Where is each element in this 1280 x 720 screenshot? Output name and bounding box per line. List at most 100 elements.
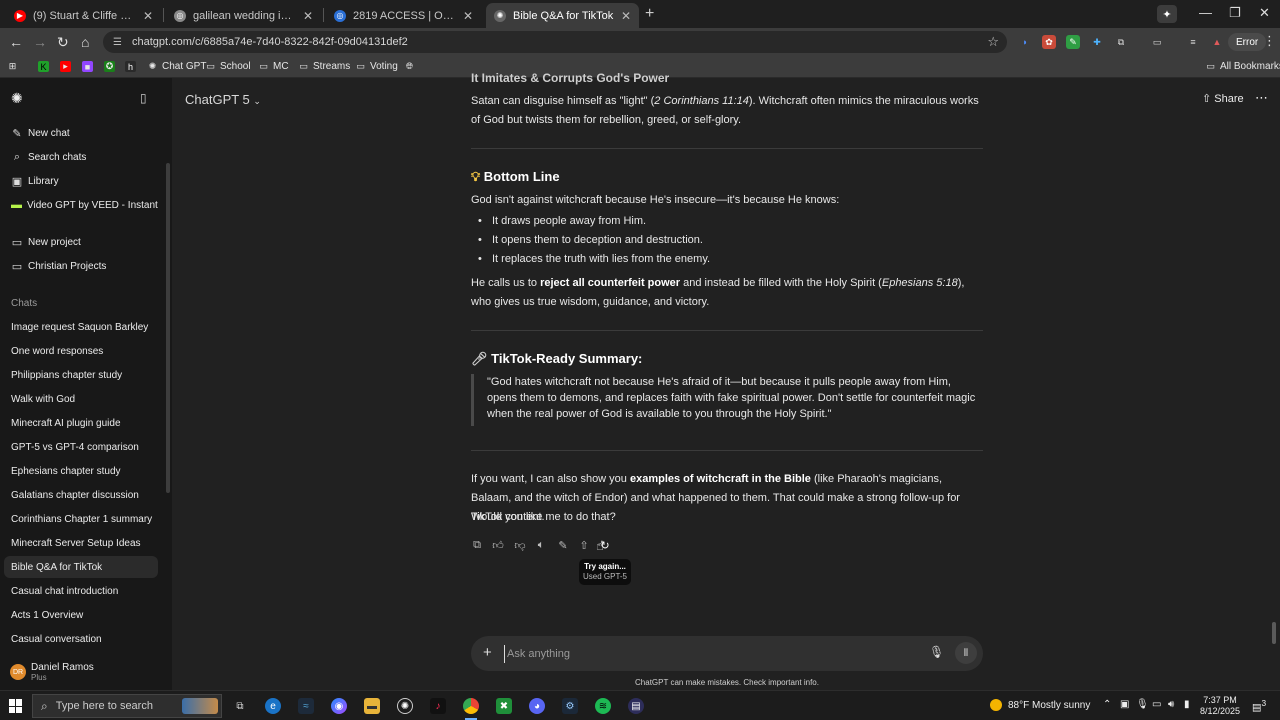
share-icon[interactable]: ⇧ xyxy=(576,537,592,553)
chat-history-item[interactable]: Philippians chapter study xyxy=(0,364,158,386)
extension-icon[interactable]: ✿ xyxy=(1042,35,1056,49)
sidebar-item-christian-projects[interactable]: ▭ Christian Projects xyxy=(0,255,158,277)
bookmark-favicon[interactable]: ■ xyxy=(82,61,97,72)
thumbs-down-icon[interactable]: 👎︎ xyxy=(512,537,528,553)
close-icon[interactable]: ✕ xyxy=(303,9,313,23)
bookmark-globe-icon[interactable]: 🌐︎ xyxy=(404,61,419,72)
volume-icon[interactable]: 🔊︎ xyxy=(1168,699,1174,710)
home-icon[interactable]: ⌂ xyxy=(81,34,89,50)
bookmark-voting[interactable]: ▭ Voting xyxy=(355,61,398,72)
chat-history-item[interactable]: Image request Saquon Barkley xyxy=(0,316,158,338)
chat-history-item[interactable]: Minecraft AI plugin guide xyxy=(0,412,158,434)
browser-tab-4[interactable]: ✺ Bible Q&A for TikTok ✕ xyxy=(486,3,639,28)
bookmark-favicon[interactable]: h xyxy=(125,61,140,72)
task-view-icon[interactable]: ⧉ xyxy=(232,698,248,714)
openai-logo-icon[interactable]: ✺ xyxy=(11,90,23,107)
edit-icon[interactable]: ✎ xyxy=(555,537,571,553)
profile-icon[interactable]: ▲ xyxy=(1210,35,1224,49)
steam-icon[interactable]: ⚙ xyxy=(562,698,578,714)
copilot-icon[interactable]: ◉ xyxy=(331,698,347,714)
minimize-icon[interactable]: — xyxy=(1199,5,1212,20)
apps-icon[interactable]: ⊞ xyxy=(7,61,22,72)
close-icon[interactable]: ✕ xyxy=(621,9,631,23)
extension-icon[interactable]: ✎ xyxy=(1066,35,1080,49)
sidebar-toggle-icon[interactable]: ▯ xyxy=(140,91,147,105)
new-tab-button[interactable]: + xyxy=(645,5,654,23)
file-explorer-icon[interactable]: ▬ xyxy=(364,698,380,714)
display-icon[interactable]: ▭ xyxy=(1152,699,1161,710)
chat-history-item[interactable]: Walk with God xyxy=(0,388,158,410)
battery-icon[interactable]: ▮ xyxy=(1184,699,1190,710)
restore-icon[interactable]: ❐ xyxy=(1229,5,1241,21)
sparkle-icon[interactable]: ✦ xyxy=(1157,5,1177,23)
chat-history-item[interactable]: Casual conversation xyxy=(0,628,158,650)
voice-mode-icon[interactable]: ⦀ xyxy=(955,642,977,664)
sidebar-item-new-project[interactable]: ▭ New project xyxy=(0,231,158,253)
browser-menu-icon[interactable]: ⋮ xyxy=(1263,33,1276,49)
chat-history-item[interactable]: Ephesians chapter study xyxy=(0,460,158,482)
close-icon[interactable]: ✕ xyxy=(463,9,473,23)
microphone-icon[interactable]: 🎙︎ xyxy=(1136,699,1149,710)
chrome-icon[interactable] xyxy=(463,698,479,720)
tray-app-icon[interactable]: ▣ xyxy=(1120,699,1129,710)
tab-search-icon[interactable]: ▭ xyxy=(1150,35,1164,49)
app-icon[interactable]: ≈ xyxy=(298,698,314,714)
reading-list-icon[interactable]: ≡ xyxy=(1186,35,1200,49)
chat-history-item[interactable]: Minecraft Server Setup Ideas xyxy=(0,532,158,554)
copy-icon[interactable]: ⧉ xyxy=(469,537,485,553)
tiktok-icon[interactable]: ♪ xyxy=(430,698,446,714)
sidebar-item-search-chats[interactable]: ⌕ Search chats xyxy=(0,146,158,168)
extension-icon[interactable]: ◗ xyxy=(1018,35,1032,49)
thumbs-up-icon[interactable]: 👍︎ xyxy=(490,537,506,553)
reload-icon[interactable]: ↻ xyxy=(57,34,69,51)
site-info-icon[interactable]: ☰ xyxy=(113,37,122,48)
share-button[interactable]: ⇧ Share xyxy=(1202,92,1244,105)
prompt-input[interactable] xyxy=(504,645,924,663)
spotify-icon[interactable]: ≋ xyxy=(595,698,611,714)
model-selector[interactable]: ChatGPT 5 ⌄ xyxy=(185,92,261,107)
close-icon[interactable]: ✕ xyxy=(143,9,153,23)
microphone-icon[interactable]: 🎙︎ xyxy=(929,645,944,659)
bookmark-favicon[interactable]: K xyxy=(38,61,53,72)
chat-history-item-active[interactable]: Bible Q&A for TikTok xyxy=(4,556,158,578)
discord-icon[interactable]: ◕ xyxy=(529,698,545,714)
main-scrollbar[interactable] xyxy=(1272,622,1276,644)
bookmark-star-icon[interactable]: ☆ xyxy=(987,34,999,50)
chat-history-item[interactable]: Galatians chapter discussion xyxy=(0,484,158,506)
browser-tab-2[interactable]: ◎ galilean wedding in the bible - ✕ xyxy=(166,3,321,28)
edge-icon[interactable]: e xyxy=(265,698,281,714)
user-profile[interactable]: DR Daniel Ramos Plus xyxy=(10,662,94,682)
bookmark-chat-gpt[interactable]: ✺ Chat GPT xyxy=(147,61,207,72)
xbox-icon[interactable]: ✖ xyxy=(496,698,512,714)
chevron-up-icon[interactable]: ⌃ xyxy=(1103,699,1111,710)
search-highlight-icon[interactable] xyxy=(182,698,218,714)
bookmark-favicon[interactable]: ✪ xyxy=(104,61,119,72)
read-aloud-icon[interactable]: 🔈︎ xyxy=(533,537,549,553)
error-button[interactable]: Error xyxy=(1228,33,1267,51)
sidebar-item-veed[interactable]: ▬ Video GPT by VEED - Instant... xyxy=(0,194,158,216)
chat-history-item[interactable]: Acts 1 Overview xyxy=(0,604,158,626)
notifications-button[interactable]: ▤3 xyxy=(1252,698,1266,713)
address-bar[interactable]: ☰ chatgpt.com/c/6885a74e-7d40-8322-842f-… xyxy=(103,31,1007,53)
more-options-icon[interactable]: ⋯ xyxy=(1255,90,1268,106)
bookmark-favicon[interactable]: ▸ xyxy=(60,61,75,72)
window-close-icon[interactable]: ✕ xyxy=(1259,5,1270,21)
chat-history-item[interactable]: One word responses xyxy=(0,340,158,362)
chat-history-item[interactable]: Corinthians Chapter 1 summary xyxy=(0,508,158,530)
bookmark-streams[interactable]: ▭ Streams xyxy=(298,61,350,72)
extensions-puzzle-icon[interactable]: ⧉ xyxy=(1114,35,1128,49)
chat-history-item[interactable]: Casual chat introduction xyxy=(0,580,158,602)
windows-start-icon[interactable] xyxy=(9,699,23,713)
weather-widget[interactable]: 88°F Mostly sunny xyxy=(990,699,1090,711)
system-clock[interactable]: 7:37 PM 8/12/2025 xyxy=(1200,695,1240,717)
bookmark-school[interactable]: ▭ School xyxy=(205,61,250,72)
bookmark-mc[interactable]: ▭ MC xyxy=(258,61,288,72)
forward-icon[interactable]: → xyxy=(33,34,47,50)
app-icon[interactable]: ▤ xyxy=(628,698,644,714)
chatgpt-app-icon[interactable]: ✺ xyxy=(397,698,413,714)
sidebar-item-new-chat[interactable]: ✎ New chat xyxy=(0,122,158,144)
sidebar-item-library[interactable]: ▣ Library xyxy=(0,170,158,192)
chat-history-item[interactable]: GPT-5 vs GPT-4 comparison xyxy=(0,436,158,458)
plus-icon[interactable]: + xyxy=(483,644,492,661)
extension-icon[interactable]: ✚ xyxy=(1090,35,1104,49)
